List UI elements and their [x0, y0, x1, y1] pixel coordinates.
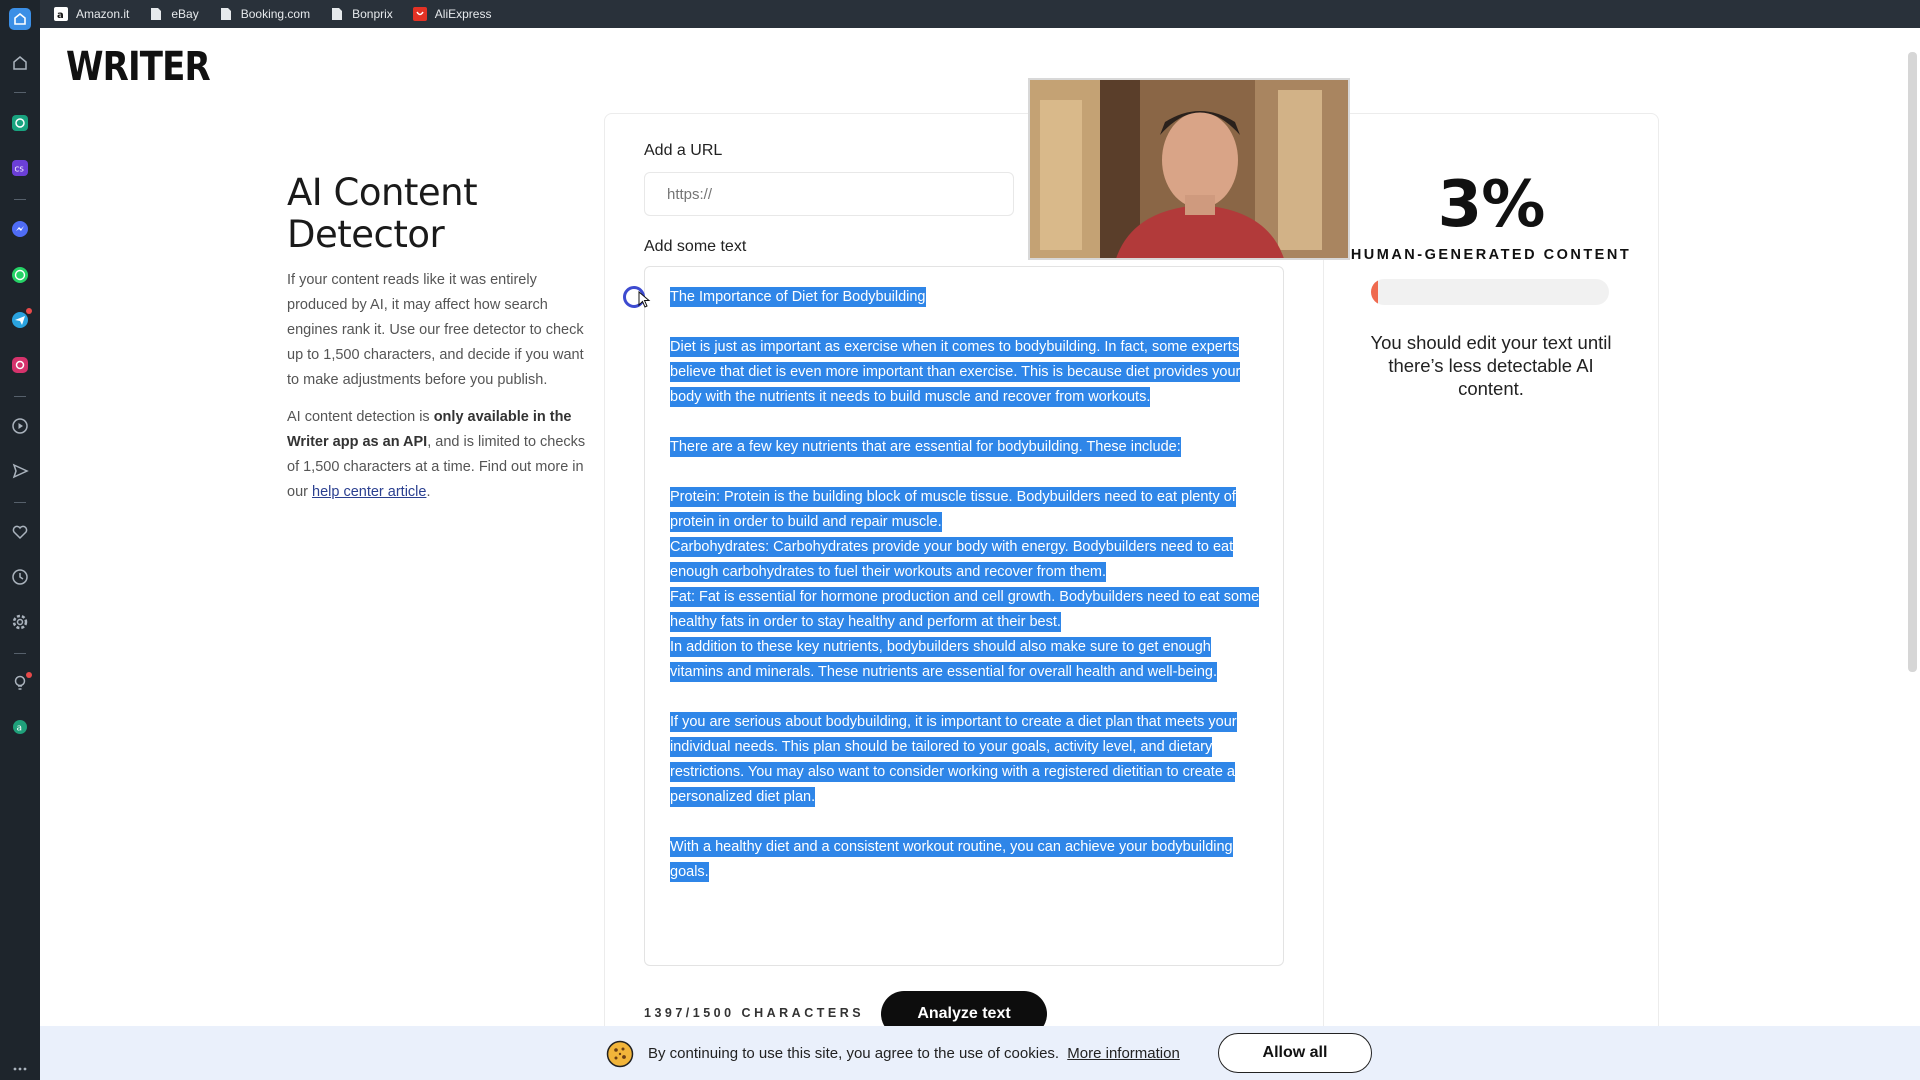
whatsapp-icon[interactable]: [9, 264, 31, 286]
page-scrollbar[interactable]: [1904, 28, 1920, 1080]
bookmark-bonprix[interactable]: Bonprix: [330, 0, 393, 28]
score-label: HUMAN-GENERATED CONTENT: [1350, 247, 1632, 263]
url-input[interactable]: [644, 172, 1014, 216]
sidebar-separator: [14, 92, 26, 93]
text-paragraph: If you are serious about bodybuilding, i…: [670, 710, 1267, 810]
webcam-video-image: [1030, 80, 1348, 258]
text-paragraph-1: Diet is just as important as exercise wh…: [670, 337, 1241, 407]
bookmark-label: Booking.com: [240, 7, 311, 21]
cookie-text: By continuing to use this site, you agre…: [648, 1045, 1060, 1062]
cookie-icon: [606, 1040, 634, 1068]
help-center-link[interactable]: help center article: [312, 484, 426, 500]
score-percentage: 3%: [1437, 168, 1546, 242]
bookmark-label: Bonprix: [352, 7, 393, 21]
page-icon: [219, 7, 233, 21]
page-icon: [330, 7, 344, 21]
sidebar-separator: [14, 502, 26, 503]
speed-dial-icon[interactable]: [9, 52, 31, 74]
text-paragraph: Diet is just as important as exercise wh…: [670, 335, 1267, 410]
api-note-prefix: AI content detection is: [287, 409, 434, 425]
cs-app-icon[interactable]: CS: [9, 157, 31, 179]
text-paragraph: Protein: Protein is the building block o…: [670, 485, 1267, 685]
mouse-pointer-icon: [638, 291, 651, 308]
aria-icon[interactable]: a: [9, 716, 31, 738]
bookmarks-bar: a Amazon.it eBay Booking.com Bonprix Ali…: [40, 0, 1920, 28]
sidebar-separator: [14, 199, 26, 200]
bookmark-label: eBay: [171, 7, 199, 21]
text-paragraph-5: With a healthy diet and a consistent wor…: [670, 837, 1233, 882]
text-fat-line: Fat: Fat is essential for hormone produc…: [670, 587, 1260, 632]
character-count: 1397/1500 CHARACTERS: [644, 1006, 865, 1020]
result-advice: You should edit your text until there’s …: [1370, 332, 1612, 399]
intro-section: AI Content Detector If your content read…: [287, 172, 587, 505]
text-paragraph-2: There are a few key nutrients that are e…: [670, 437, 1181, 457]
bookmark-label: Amazon.it: [76, 7, 130, 21]
score-progress-bar: [1371, 279, 1609, 305]
api-note: AI content detection is only available i…: [287, 405, 587, 505]
heart-icon[interactable]: [9, 521, 31, 543]
aliexpress-icon: [412, 7, 427, 21]
text-paragraph: There are a few key nutrients that are e…: [670, 435, 1267, 460]
sidebar-separator: [14, 396, 26, 397]
browser-sidebar: CS a: [0, 0, 40, 1080]
bookmark-label: AliExpress: [434, 7, 492, 21]
amazon-icon: a: [54, 7, 68, 21]
allow-all-cookies-button[interactable]: Allow all: [1218, 1033, 1372, 1073]
history-icon[interactable]: [9, 566, 31, 588]
text-title-paragraph: The Importance of Diet for Bodybuilding: [670, 285, 1267, 310]
url-label: Add a URL: [644, 142, 723, 159]
text-paragraph-4: If you are serious about bodybuilding, i…: [670, 712, 1237, 807]
cookie-message: By continuing to use this site, you agre…: [648, 1045, 1180, 1062]
bookmark-ebay[interactable]: eBay: [149, 0, 199, 28]
bookmark-booking[interactable]: Booking.com: [219, 0, 310, 28]
settings-gear-icon[interactable]: [9, 611, 31, 633]
svg-text:a: a: [17, 724, 23, 734]
webcam-overlay: [1028, 78, 1350, 260]
more-information-link[interactable]: More information: [1067, 1045, 1180, 1062]
bookmark-aliexpress[interactable]: AliExpress: [412, 0, 492, 28]
api-note-end: .: [426, 484, 431, 500]
text-label: Add some text: [644, 238, 747, 255]
bookmark-amazon[interactable]: a Amazon.it: [54, 0, 129, 28]
web-page: WRITER AI Content Detector If your conte…: [40, 28, 1920, 1080]
send-icon[interactable]: [9, 460, 31, 482]
notification-dot: [26, 308, 32, 314]
svg-text:a: a: [57, 10, 64, 21]
text-carbohydrates-line: Carbohydrates: Carbohydrates provide you…: [670, 537, 1234, 582]
intro-description: If your content reads like it was entire…: [287, 272, 584, 388]
svg-text:CS: CS: [15, 166, 25, 174]
text-title-line: The Importance of Diet for Bodybuilding: [670, 287, 926, 307]
player-icon[interactable]: [9, 415, 31, 437]
browser-home-icon[interactable]: [9, 8, 31, 30]
more-options-icon[interactable]: [9, 1058, 31, 1080]
instagram-icon[interactable]: [9, 354, 31, 376]
messenger-icon[interactable]: [9, 218, 31, 240]
sidebar-separator: [14, 653, 26, 654]
page-icon: [149, 7, 163, 21]
text-paragraph: With a healthy diet and a consistent wor…: [670, 835, 1267, 885]
cookie-banner: By continuing to use this site, you agre…: [40, 1026, 1920, 1080]
text-protein-line: Protein: Protein is the building block o…: [670, 487, 1236, 532]
writer-logo[interactable]: WRITER: [66, 44, 211, 90]
page-title: AI Content Detector: [287, 171, 478, 256]
text-vitamins-line: In addition to these key nutrients, body…: [670, 637, 1217, 682]
notification-dot: [26, 672, 32, 678]
scrollbar-thumb[interactable]: [1908, 52, 1917, 672]
text-input-area[interactable]: The Importance of Diet for Bodybuilding …: [644, 266, 1284, 966]
chatgpt-icon[interactable]: [9, 112, 31, 134]
